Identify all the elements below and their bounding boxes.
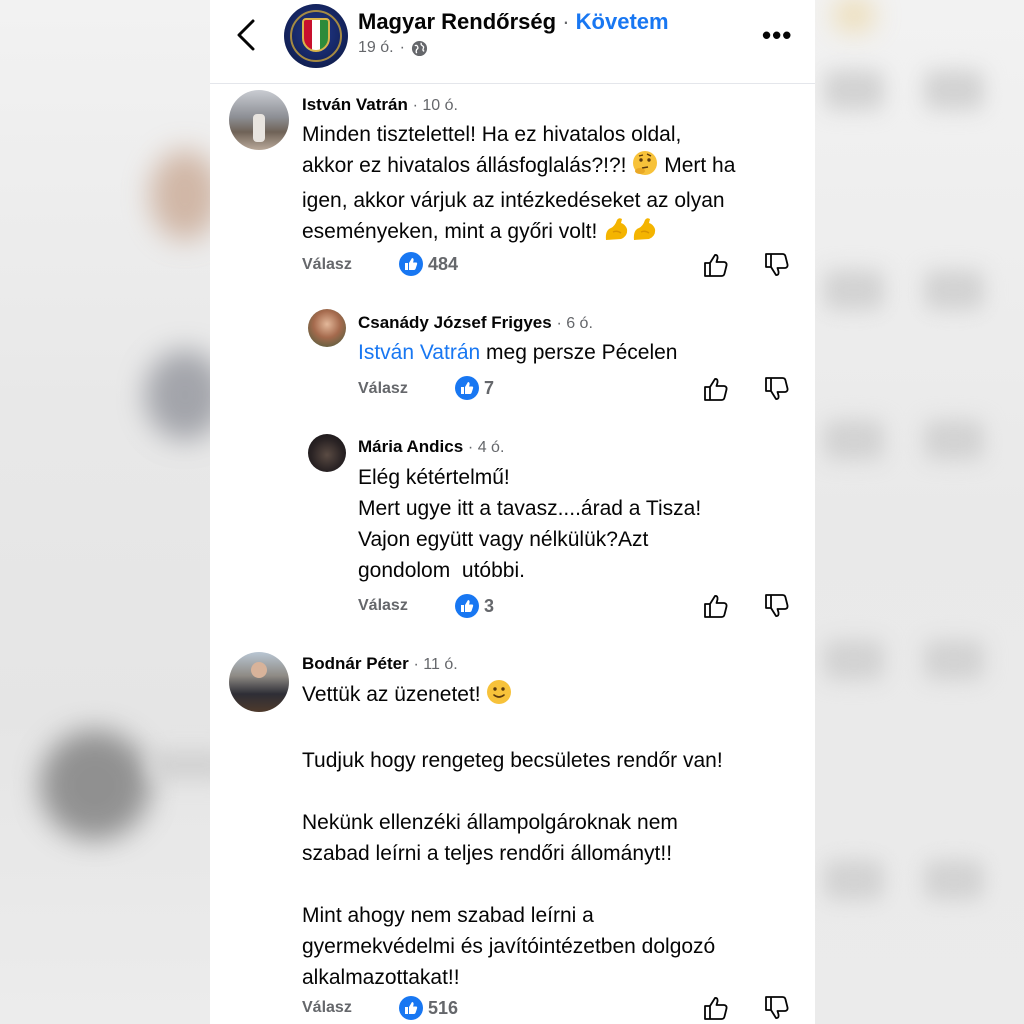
comment-line: igen, akkor várjuk az intézkedéseket az … [302, 189, 725, 212]
comment-line: Mint ahogy nem szabad leírni a [302, 904, 594, 927]
comment-line: gondolom utóbbi. [358, 559, 525, 582]
avatar[interactable] [308, 434, 346, 472]
comment-line: meg persze Pécelen [486, 341, 678, 364]
comment-author: Csanády József Frigyes · 6 ó. [358, 313, 593, 333]
like-count-value: 516 [428, 997, 459, 1018]
thumbs-down-icon[interactable] [764, 376, 790, 402]
avatar[interactable] [229, 652, 289, 712]
comments-screen: Magyar Rendőrség · Követem 19 ó. · ••• I… [210, 0, 815, 1024]
chevron-left-icon[interactable] [234, 18, 258, 52]
blurred-background-right [814, 0, 1024, 1024]
author-name[interactable]: Csanády József Frigyes [358, 313, 552, 332]
mention-link[interactable]: István Vatrán [358, 341, 480, 364]
comment-text: Elég kétértelmű! Mert ugye itt a tavasz.… [358, 462, 701, 586]
comment-text: István Vatrán meg persze Pécelen [358, 337, 677, 368]
comment-time: · 4 ó. [467, 439, 505, 456]
thumbs-up-icon[interactable] [703, 593, 729, 619]
comment-line: szabad leírni a teljes rendőri állományt… [302, 842, 673, 865]
reply-button[interactable]: Válasz [358, 597, 408, 615]
comment-time: · 10 ó. [412, 97, 458, 114]
author-name[interactable]: Bodnár Péter [302, 654, 409, 673]
author-name[interactable]: Mária Andics [358, 437, 463, 456]
flexed-biceps-emoji [603, 216, 631, 251]
like-count-value: 3 [484, 595, 495, 616]
title-separator: · [562, 9, 570, 34]
page-name-label[interactable]: Magyar Rendőrség [358, 9, 556, 34]
comment-line: eseményeken, mint a győri volt! [302, 216, 735, 251]
thumbs-down-icon[interactable] [764, 995, 790, 1021]
reply-button[interactable]: Válasz [302, 256, 352, 274]
comment-line: Mert ugye itt a tavasz....árad a Tisza! [358, 497, 702, 520]
thumbs-up-icon [455, 376, 479, 400]
thumbs-up-icon [399, 996, 423, 1020]
comment-line: akkor ez hivatalos állásfoglalás?!?! Mer… [302, 150, 735, 185]
post-meta: 19 ó. · [358, 39, 428, 57]
author-name[interactable]: István Vatrán [302, 95, 408, 114]
thumbs-down-icon[interactable] [764, 252, 790, 278]
comment-line: alkalmazottakat!! [302, 966, 460, 989]
thumbs-up-icon [455, 594, 479, 618]
thinking-face-emoji [632, 150, 658, 185]
slightly-smiling-face-emoji [486, 679, 512, 714]
avatar[interactable] [308, 309, 346, 347]
comment-line: Nekünk ellenzéki állampolgároknak nem [302, 811, 678, 834]
reply-button[interactable]: Válasz [358, 380, 408, 398]
comment-time: · 11 ó. [413, 656, 458, 673]
comment-line: Vettük az üzenetet! [302, 679, 723, 714]
thumbs-up-icon[interactable] [703, 376, 729, 402]
globe-icon [411, 40, 427, 56]
comment-line: gyermekvédelmi és javítóintézetben dolgo… [302, 935, 716, 958]
comment-author: Mária Andics · 4 ó. [358, 437, 504, 457]
like-count[interactable]: 7 [455, 376, 494, 400]
flexed-biceps-emoji [631, 216, 659, 251]
comment-author: Bodnár Péter · 11 ó. [302, 654, 458, 674]
reply-button[interactable]: Válasz [302, 999, 352, 1017]
thumbs-up-icon[interactable] [703, 995, 729, 1021]
comment-text: Minden tisztelettel! Ha ez hivatalos old… [302, 119, 735, 251]
comment-line: Tudjuk hogy rengeteg becsületes rendőr v… [302, 749, 723, 772]
like-count[interactable]: 484 [399, 252, 458, 276]
like-count[interactable]: 3 [455, 594, 494, 618]
comment-line: Minden tisztelettel! Ha ez hivatalos old… [302, 123, 682, 146]
meta-separator: · [399, 39, 405, 56]
page-title: Magyar Rendőrség · Követem [358, 9, 669, 35]
post-age: 19 ó. [358, 39, 394, 56]
comment-text: Vettük az üzenetet! Tudjuk hogy rengeteg… [302, 679, 723, 993]
like-count-value: 7 [484, 377, 495, 398]
more-options-button[interactable]: ••• [762, 22, 792, 48]
thumbs-down-icon[interactable] [764, 593, 790, 619]
comment-line: Elég kétértelmű! [358, 466, 510, 489]
page-avatar[interactable] [284, 4, 348, 68]
comment-line: Vajon együtt vagy nélkülük?Azt [358, 528, 649, 551]
blurred-background-left [0, 0, 210, 1024]
like-count[interactable]: 516 [399, 996, 458, 1020]
post-header: Magyar Rendőrség · Követem 19 ó. · ••• [210, 0, 815, 84]
comment-author: István Vatrán · 10 ó. [302, 95, 458, 115]
thumbs-up-icon [399, 252, 423, 276]
follow-button[interactable]: Követem [576, 9, 669, 34]
like-count-value: 484 [428, 253, 459, 274]
comment-time: · 6 ó. [556, 315, 593, 332]
thumbs-up-icon[interactable] [703, 252, 729, 278]
avatar[interactable] [229, 90, 289, 150]
